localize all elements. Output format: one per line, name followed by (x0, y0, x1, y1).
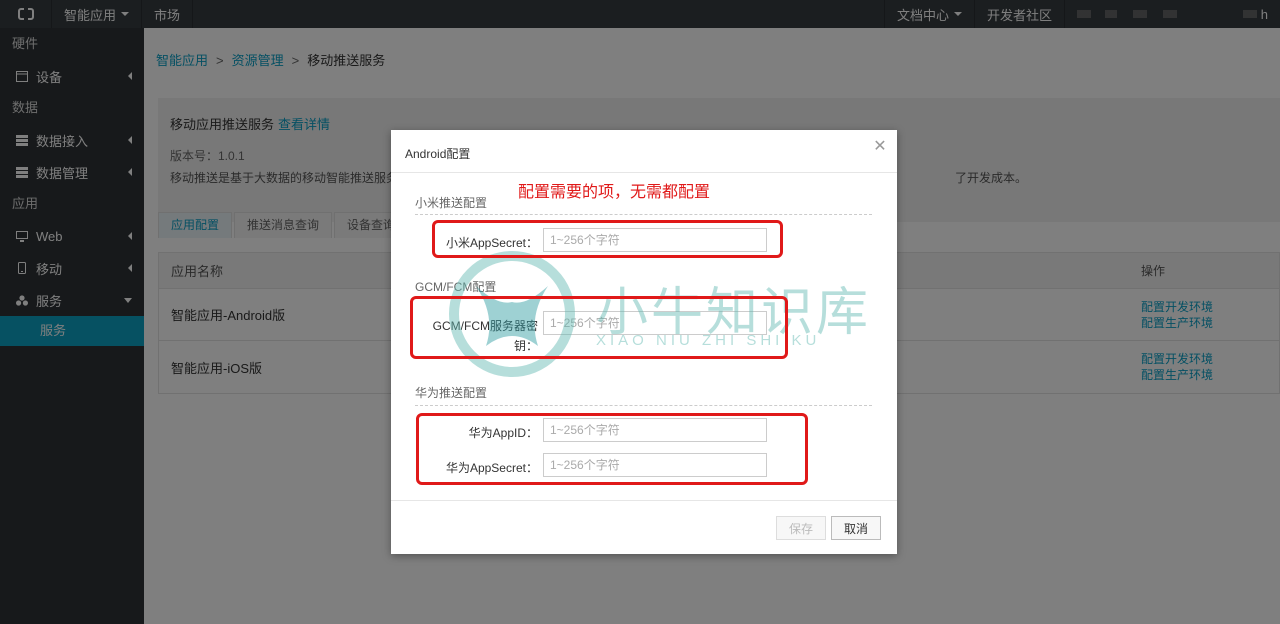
annotation-box-huawei (416, 413, 808, 485)
dialog-title: Android配置 (405, 147, 471, 161)
section-divider (415, 214, 872, 215)
save-button[interactable]: 保存 (776, 516, 826, 540)
annotation-note: 配置需要的项，无需都配置 (518, 184, 711, 201)
dialog-header: Android配置 ✕ (391, 130, 897, 173)
section-title-huawei: 华为推送配置 (415, 386, 488, 400)
annotation-box-gcm (410, 296, 788, 359)
dialog-footer: 保存 取消 (391, 500, 897, 554)
annotation-box-xiaomi (432, 220, 783, 258)
close-icon[interactable]: ✕ (873, 139, 887, 155)
section-title-xiaomi: 小米推送配置 (415, 196, 488, 210)
cancel-button[interactable]: 取消 (831, 516, 881, 540)
section-divider (415, 405, 872, 406)
section-title-gcm: GCM/FCM配置 (415, 280, 497, 294)
